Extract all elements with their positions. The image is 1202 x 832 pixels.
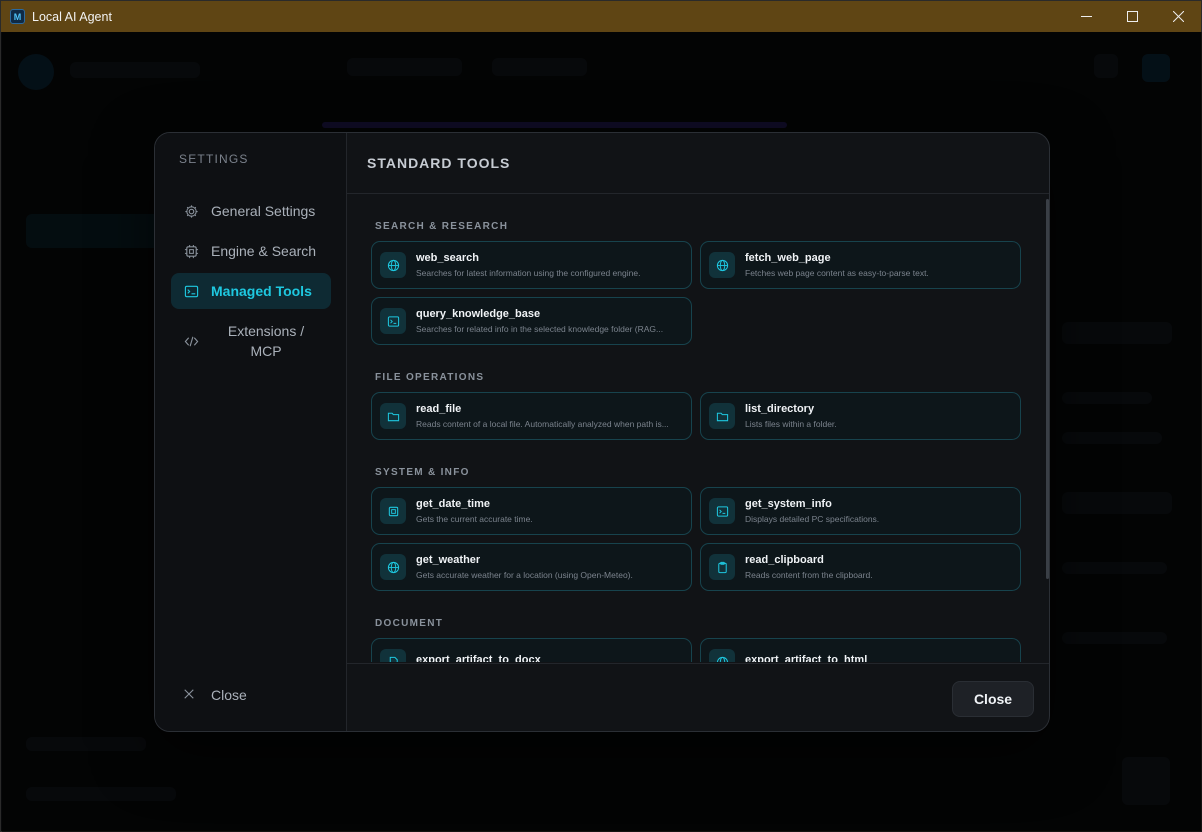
folder-icon [709, 403, 735, 429]
globe-icon [380, 252, 406, 278]
tool-card-query-knowledge-base[interactable]: query_knowledge_base Searches for related… [371, 297, 692, 345]
tool-description: Searches for related info in the selecte… [416, 324, 664, 334]
tool-description: Reads content of a local file. Automatic… [416, 419, 669, 429]
main-header: STANDARD TOOLS [347, 133, 1049, 194]
tool-name: read_file [416, 403, 462, 415]
maximize-icon [1126, 11, 1138, 22]
tool-name: export_artifact_to_html [745, 654, 868, 662]
nav-item-label: Extensions / MCP [227, 323, 305, 359]
tool-card-get-system-info[interactable]: get_system_info Displays detailed PC spec… [700, 487, 1021, 535]
nav-item-engine-search[interactable]: Engine & Search [171, 233, 331, 269]
title-bar[interactable]: M Local AI Agent [1, 1, 1201, 32]
settings-main: STANDARD TOOLS SEARCH & RESEARCH web_sea… [347, 133, 1049, 731]
tool-name: get_date_time [416, 498, 490, 510]
maximize-button[interactable] [1109, 1, 1155, 32]
tool-card-export-artifact-to-docx[interactable]: export_artifact_to_docx [371, 638, 692, 662]
page-title: STANDARD TOOLS [367, 155, 511, 171]
settings-modal: SETTINGS General Settings Engine & Searc… [154, 132, 1050, 732]
tool-card-list-directory[interactable]: list_directory Lists files within a folde… [700, 392, 1021, 440]
document-icon [380, 649, 406, 662]
tools-list[interactable]: SEARCH & RESEARCH web_search Searches for… [347, 195, 1049, 662]
nav-item-general-settings[interactable]: General Settings [171, 193, 331, 229]
tool-name: query_knowledge_base [416, 308, 541, 320]
nav-item-label: General Settings [211, 203, 316, 219]
chip-icon [380, 498, 406, 524]
nav-item-extensions-mcp[interactable]: Extensions / MCP [171, 313, 331, 369]
tool-name: list_directory [745, 403, 815, 415]
close-window-button[interactable] [1155, 1, 1201, 32]
close-button[interactable]: Close [952, 681, 1034, 717]
tools-scrollbar[interactable] [1046, 199, 1049, 579]
section-label-document: DOCUMENT [375, 618, 444, 629]
globe-icon [709, 252, 735, 278]
tool-description: Lists files within a folder. [745, 419, 837, 429]
tool-description: Reads content from the clipboard. [745, 570, 873, 580]
section-label-system-info: SYSTEM & INFO [375, 467, 470, 478]
tool-name: fetch_web_page [745, 252, 831, 264]
terminal-icon [380, 308, 406, 334]
tool-description: Displays detailed PC specifications. [745, 514, 880, 524]
settings-nav: General Settings Engine & Search Managed… [171, 193, 331, 373]
sidebar-close-label: Close [211, 687, 247, 703]
tool-name: export_artifact_to_docx [416, 654, 541, 662]
tool-card-export-artifact-to-html[interactable]: export_artifact_to_html [700, 638, 1021, 662]
tool-name: get_weather [416, 554, 481, 566]
terminal-icon [183, 283, 199, 299]
nav-item-label: Managed Tools [211, 283, 312, 299]
nav-item-managed-tools[interactable]: Managed Tools [171, 273, 331, 309]
globe-icon [709, 649, 735, 662]
terminal-icon [709, 498, 735, 524]
tool-name: read_clipboard [745, 554, 824, 566]
nav-item-label: Engine & Search [211, 243, 317, 259]
close-icon [1172, 11, 1184, 22]
app-logo-icon: M [10, 9, 25, 24]
sidebar-close-button[interactable]: Close [183, 687, 247, 703]
code-icon [183, 333, 199, 349]
tool-card-read-file[interactable]: read_file Reads content of a local file. … [371, 392, 692, 440]
window-controls [1063, 1, 1201, 32]
minimize-button[interactable] [1063, 1, 1109, 32]
tool-card-get-weather[interactable]: get_weather Gets accurate weather for a l… [371, 543, 692, 591]
folder-icon [380, 403, 406, 429]
minimize-icon [1080, 16, 1092, 17]
tool-description: Gets accurate weather for a location (us… [416, 570, 633, 580]
clipboard-icon [709, 554, 735, 580]
tool-card-web-search[interactable]: web_search Searches for latest informatio… [371, 241, 692, 289]
tool-card-get-date-time[interactable]: get_date_time Gets the current accurate t… [371, 487, 692, 535]
tool-description: Fetches web page content as easy-to-pars… [745, 268, 929, 278]
chip-icon [183, 243, 199, 259]
tool-name: get_system_info [745, 498, 832, 510]
tool-card-fetch-web-page[interactable]: fetch_web_page Fetches web page content a… [700, 241, 1021, 289]
section-label-file-operations: FILE OPERATIONS [375, 372, 485, 383]
window-title: Local AI Agent [32, 9, 112, 24]
tool-card-read-clipboard[interactable]: read_clipboard Reads content from the cli… [700, 543, 1021, 591]
app-window: M Local AI Agent SETTINGS General Settin… [0, 0, 1202, 832]
close-icon [183, 688, 197, 702]
tool-description: Gets the current accurate time. [416, 514, 533, 524]
tool-name: web_search [416, 252, 479, 264]
globe-icon [380, 554, 406, 580]
tool-description: Searches for latest information using th… [416, 268, 641, 278]
sidebar-title: SETTINGS [179, 152, 249, 166]
section-label-search-research: SEARCH & RESEARCH [375, 221, 509, 232]
settings-sidebar: SETTINGS General Settings Engine & Searc… [155, 133, 347, 731]
modal-footer: Close [347, 663, 1049, 731]
gear-icon [183, 203, 199, 219]
